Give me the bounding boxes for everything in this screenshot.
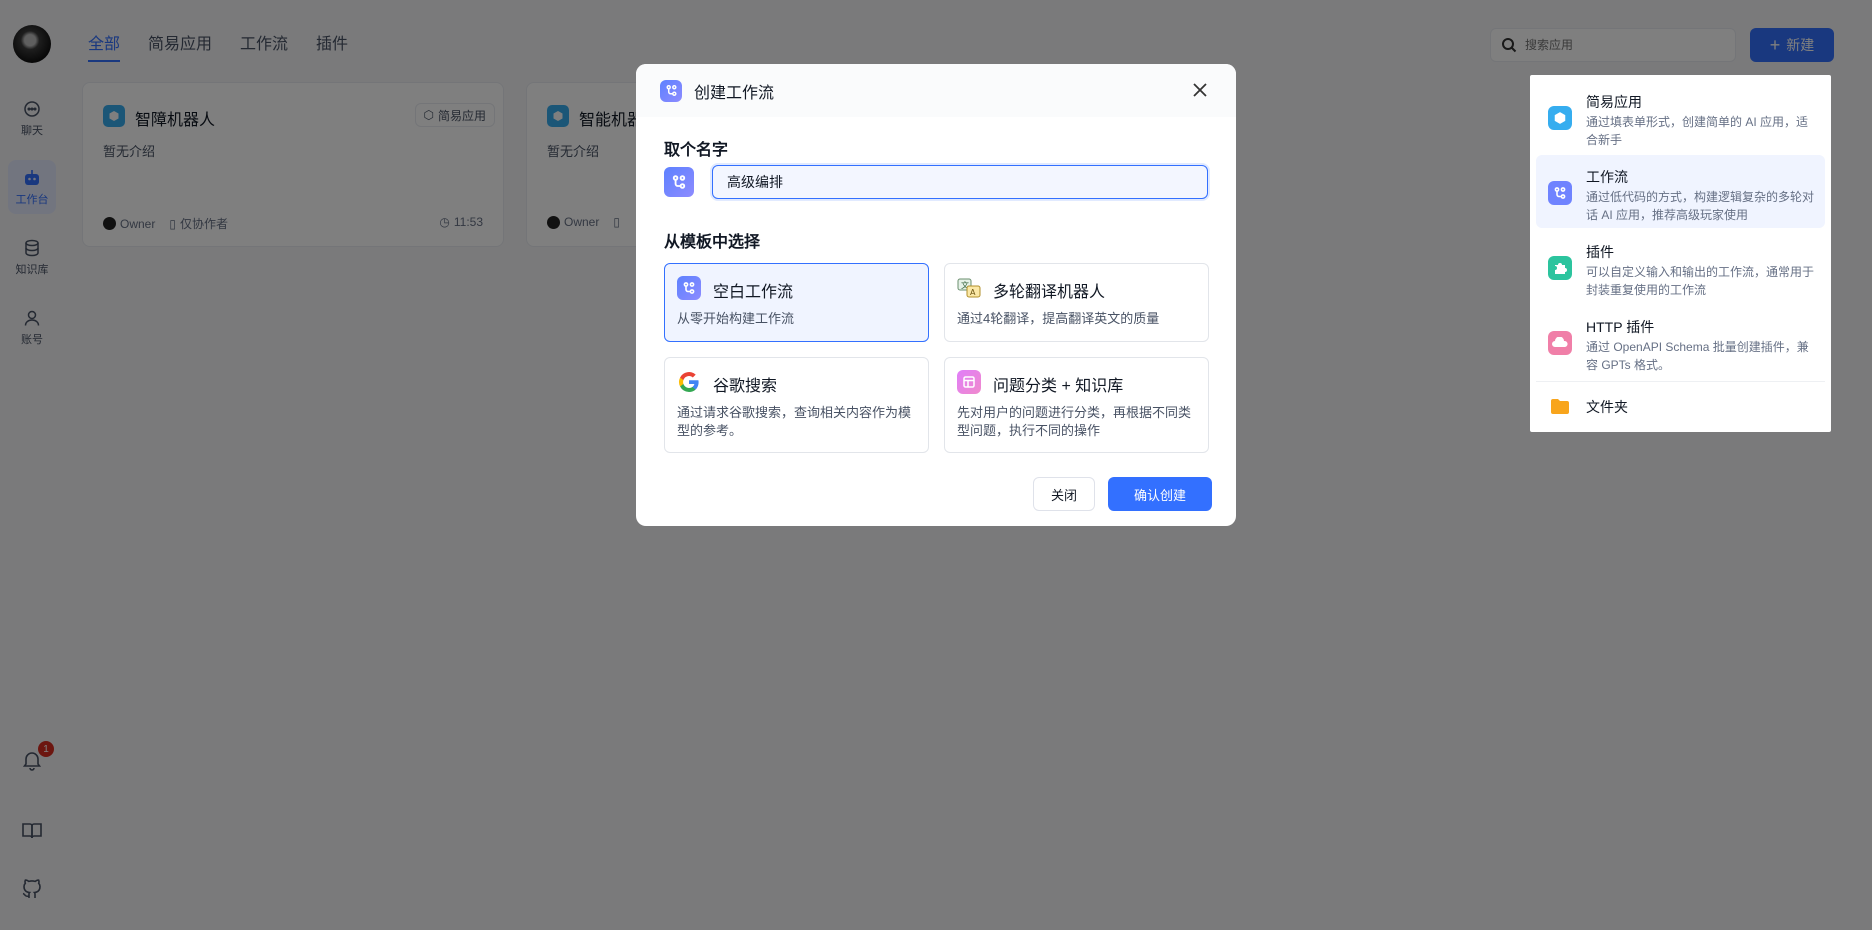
menu-item-workflow[interactable]: 工作流 通过低代码的方式，构建逻辑复杂的多轮对话 AI 应用，推荐高级玩家使用 <box>1536 155 1825 228</box>
svg-text:A: A <box>970 288 976 297</box>
name-section-label: 取个名字 <box>664 142 729 159</box>
workflow-name-input[interactable] <box>712 165 1208 199</box>
classify-icon <box>957 370 981 394</box>
confirm-create-button[interactable]: 确认创建 <box>1108 477 1212 511</box>
template-title: 谷歌搜索 <box>713 378 778 395</box>
folder-icon <box>1551 399 1569 414</box>
menu-item-http-plugin[interactable]: HTTP 插件 通过 OpenAPI Schema 批量创建插件，兼容 GPTs… <box>1536 305 1825 378</box>
menu-item-title: 简易应用 <box>1586 94 1642 110</box>
template-section-label: 从模板中选择 <box>664 234 761 251</box>
template-title: 空白工作流 <box>713 284 794 301</box>
template-desc: 通过4轮翻译，提高翻译英文的质量 <box>957 311 1160 326</box>
menu-item-desc: 通过 OpenAPI Schema 批量创建插件，兼容 GPTs 格式。 <box>1586 340 1809 372</box>
create-workflow-modal: 创建工作流 取个名字 从模板中选择 空白工作流 从零开始构建工作流 文A 多轮翻… <box>636 64 1236 526</box>
template-google-search[interactable]: 谷歌搜索 通过请求谷歌搜索，查询相关内容作为模型的参考。 <box>664 357 929 453</box>
template-title: 多轮翻译机器人 <box>993 284 1106 301</box>
http-icon <box>1548 331 1572 355</box>
menu-item-title: 插件 <box>1586 244 1614 260</box>
modal-title: 创建工作流 <box>694 84 775 102</box>
workflow-icon <box>1548 181 1572 205</box>
menu-item-simple-app[interactable]: 简易应用 通过填表单形式，创建简单的 AI 应用，适合新手 <box>1536 80 1825 153</box>
close-button[interactable]: 关闭 <box>1033 477 1095 511</box>
template-desc: 先对用户的问题进行分类，再根据不同类型问题，执行不同的操作 <box>957 405 1192 438</box>
menu-item-folder[interactable]: 文件夹 <box>1536 387 1825 427</box>
menu-item-desc: 通过填表单形式，创建简单的 AI 应用，适合新手 <box>1586 115 1809 147</box>
puzzle-icon <box>1548 256 1572 280</box>
template-classify-knowledge[interactable]: 问题分类 + 知识库 先对用户的问题进行分类，再根据不同类型问题，执行不同的操作 <box>944 357 1209 453</box>
template-translation-bot[interactable]: 文A 多轮翻译机器人 通过4轮翻译，提高翻译英文的质量 <box>944 263 1209 342</box>
menu-item-desc: 通过低代码的方式，构建逻辑复杂的多轮对话 AI 应用，推荐高级玩家使用 <box>1586 190 1815 222</box>
close-icon[interactable] <box>1192 82 1208 98</box>
menu-item-title: 工作流 <box>1586 169 1628 185</box>
menu-item-plugin[interactable]: 插件 可以自定义输入和输出的工作流，通常用于封装重复使用的工作流 <box>1536 230 1825 303</box>
template-title: 问题分类 + 知识库 <box>993 378 1124 395</box>
workflow-icon <box>677 276 701 300</box>
workflow-avatar-icon[interactable] <box>664 167 694 197</box>
menu-divider <box>1536 381 1825 382</box>
workflow-icon <box>660 79 682 102</box>
cube-icon <box>1548 106 1572 130</box>
menu-item-title: 文件夹 <box>1586 399 1628 415</box>
menu-item-title: HTTP 插件 <box>1586 319 1655 335</box>
template-desc: 通过请求谷歌搜索，查询相关内容作为模型的参考。 <box>677 405 912 438</box>
modal-header: 创建工作流 <box>636 64 1236 117</box>
translate-icon: 文A <box>957 276 981 300</box>
google-icon <box>677 370 701 394</box>
create-menu: 简易应用 通过填表单形式，创建简单的 AI 应用，适合新手 工作流 通过低代码的… <box>1530 75 1831 432</box>
template-desc: 从零开始构建工作流 <box>677 311 795 326</box>
template-blank-workflow[interactable]: 空白工作流 从零开始构建工作流 <box>664 263 929 342</box>
menu-item-desc: 可以自定义输入和输出的工作流，通常用于封装重复使用的工作流 <box>1586 265 1815 297</box>
